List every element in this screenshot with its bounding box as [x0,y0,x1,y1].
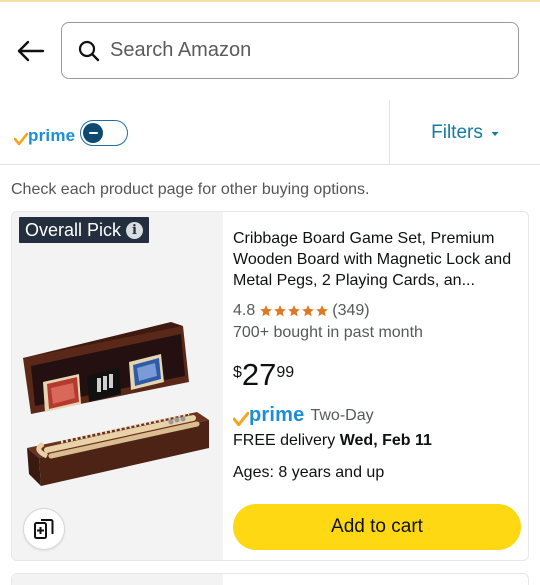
price-symbol: $ [233,364,242,381]
overall-pick-badge: Overall Pick i [19,217,150,243]
prime-label: prime [249,404,305,426]
next-product-card[interactable] [11,573,529,585]
rating-row[interactable]: 4.8 (349) [233,302,370,320]
filter-bar: prime Filters [0,100,540,165]
top-accent-line [0,0,540,2]
cribbage-board-image[interactable] [21,316,211,496]
product-info: Cribbage Board Game Set, Premium Wooden … [233,212,523,560]
prime-logo: prime [14,122,75,146]
review-count[interactable]: (349) [332,302,369,320]
product-card[interactable]: Overall Pick i Cribbage Board Game Set, … [11,211,529,561]
search-icon [77,39,101,63]
next-product-image-area [12,574,223,585]
filters-label: Filters [431,121,483,143]
prime-check-icon [14,132,28,146]
product-title[interactable]: Cribbage Board Game Set, Premium Wooden … [233,228,523,291]
star-icon [260,305,273,317]
delivery-prefix: FREE delivery [233,432,340,449]
delivery-info: FREE delivery Wed, Feb 11 [233,432,432,450]
price-fraction: 99 [276,364,295,381]
search-input[interactable] [110,39,490,62]
prime-toggle[interactable] [80,120,128,146]
bought-count: 700+ bought in past month [233,324,423,341]
rating-value: 4.8 [233,302,256,319]
rating-stars [259,304,329,318]
info-icon[interactable]: i [126,221,144,239]
search-header [0,8,540,92]
delivery-date: Wed, Feb 11 [339,432,432,449]
caret-down-icon [491,131,499,136]
card-compare-icon [34,519,54,539]
back-button[interactable] [12,36,48,66]
product-image-area[interactable]: Overall Pick i [12,212,223,560]
age-range: Ages: 8 years and up [233,464,385,481]
arrow-left-icon [17,40,45,62]
toggle-knob [83,123,103,143]
add-to-cart-button[interactable]: Add to cart [233,504,521,550]
prime-label: prime [28,126,76,145]
badge-label: Overall Pick [25,219,122,240]
prime-check-icon [233,411,249,427]
price: $ 27 99 [233,358,294,392]
price-whole: 27 [241,357,277,392]
prime-speed: Two-Day [310,407,374,424]
star-icon [302,305,315,317]
buying-options-notice: Check each product page for other buying… [11,181,370,198]
star-icon [274,305,287,317]
compare-button[interactable] [23,508,65,550]
star-icon [288,305,301,317]
prime-delivery-badge: prime Two-Day [233,404,374,427]
filters-button[interactable]: Filters [390,100,540,165]
search-box[interactable] [61,22,519,79]
star-icon [316,305,329,317]
